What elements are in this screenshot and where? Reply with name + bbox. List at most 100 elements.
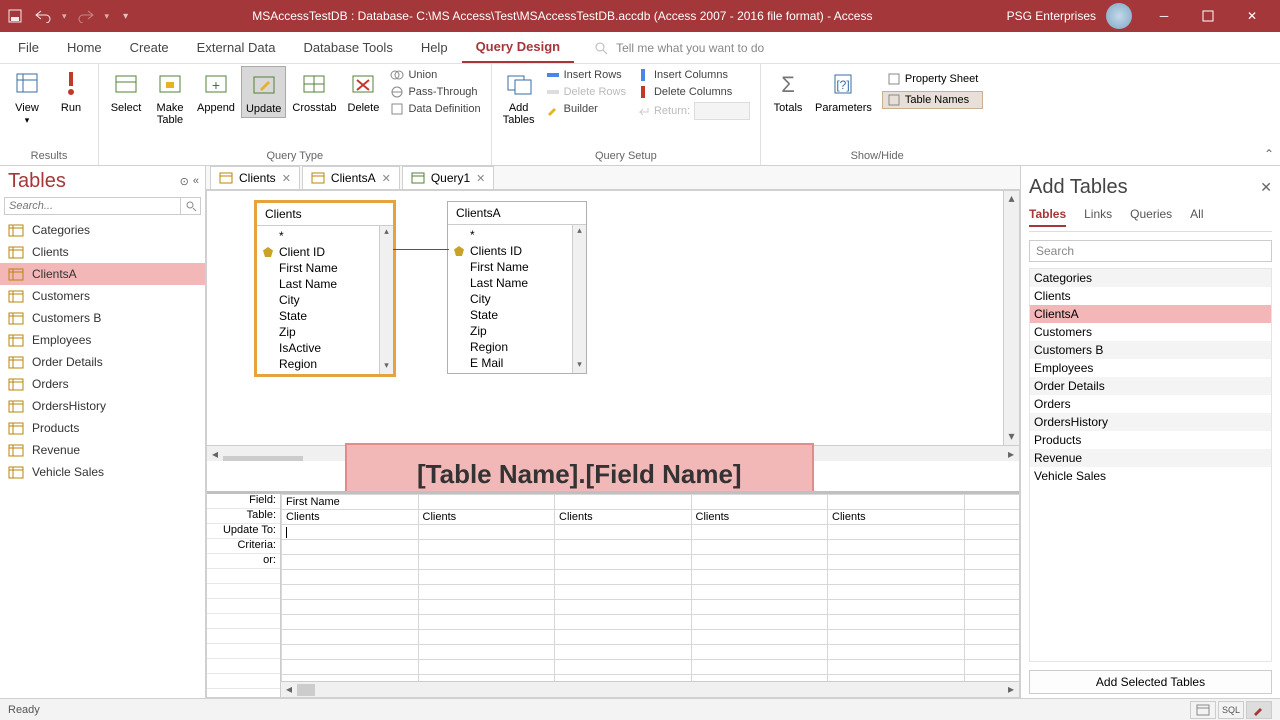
close-button[interactable]: ✕	[1230, 0, 1274, 32]
qbe-cell-blank[interactable]	[828, 585, 965, 600]
qbe-cell-blank[interactable]	[828, 570, 965, 585]
qbe-cell-criteria-5[interactable]	[964, 540, 1019, 555]
qbe-cell-table-2[interactable]: Clients	[555, 510, 692, 525]
tell-me-search[interactable]: Tell me what you want to do	[594, 32, 764, 63]
qbe-cells[interactable]: First NameClientsClientsClientsClientsCl…	[281, 494, 1019, 697]
addpane-item-revenue[interactable]: Revenue	[1030, 449, 1271, 467]
close-pane-icon[interactable]: ✕	[1260, 179, 1272, 196]
close-tab-icon[interactable]: ✕	[382, 172, 391, 185]
qbe-cell-or-3[interactable]	[691, 555, 828, 570]
qbe-cell-blank[interactable]	[282, 585, 419, 600]
addpane-item-vehicle-sales[interactable]: Vehicle Sales	[1030, 467, 1271, 485]
nav-search-input[interactable]	[5, 198, 180, 214]
qbe-cell-criteria-3[interactable]	[691, 540, 828, 555]
qbe-cell-updateto-0[interactable]	[282, 525, 419, 540]
insert-columns-button[interactable]: Insert Columns	[636, 68, 750, 82]
tab-database-tools[interactable]: Database Tools	[289, 32, 406, 63]
qbe-cell-field-0[interactable]: First Name	[282, 495, 419, 510]
qbe-cell-updateto-4[interactable]	[828, 525, 965, 540]
addpane-tab-links[interactable]: Links	[1084, 207, 1112, 227]
tab-external-data[interactable]: External Data	[183, 32, 290, 63]
qbe-cell-field-1[interactable]	[418, 495, 555, 510]
nav-item-vehicle-sales[interactable]: Vehicle Sales	[0, 461, 205, 483]
addpane-item-customers-b[interactable]: Customers B	[1030, 341, 1271, 359]
qbe-cell-blank[interactable]	[691, 600, 828, 615]
qbe-cell-blank[interactable]	[418, 660, 555, 675]
qbe-cell-criteria-1[interactable]	[418, 540, 555, 555]
nav-item-employees[interactable]: Employees	[0, 329, 205, 351]
qbe-cell-blank[interactable]	[691, 630, 828, 645]
totals-button[interactable]: ΣTotals	[767, 66, 809, 116]
qbe-cell-blank[interactable]	[282, 630, 419, 645]
field-e-mail[interactable]: E Mail	[448, 355, 586, 371]
tab-create[interactable]: Create	[116, 32, 183, 63]
qbe-cell-blank[interactable]	[964, 645, 1019, 660]
account-name[interactable]: PSG Enterprises	[1007, 9, 1096, 23]
addpane-item-categories[interactable]: Categories	[1030, 269, 1271, 287]
field-state[interactable]: State	[448, 307, 586, 323]
qbe-cell-blank[interactable]	[691, 585, 828, 600]
qat-customize-icon[interactable]: ▾	[123, 11, 128, 22]
close-tab-icon[interactable]: ✕	[282, 172, 291, 185]
qbe-cell-blank[interactable]	[828, 645, 965, 660]
addpane-item-products[interactable]: Products	[1030, 431, 1271, 449]
doctab-query1[interactable]: Query1✕	[402, 166, 495, 189]
property-sheet-toggle[interactable]: Property Sheet	[882, 70, 983, 88]
qbe-cell-criteria-0[interactable]	[282, 540, 419, 555]
qbe-cell-blank[interactable]	[691, 570, 828, 585]
qbe-cell-blank[interactable]	[828, 615, 965, 630]
add-selected-tables-button[interactable]: Add Selected Tables	[1029, 670, 1272, 694]
field-zip[interactable]: Zip	[257, 324, 393, 340]
field-first-name[interactable]: First Name	[448, 259, 586, 275]
addpane-item-ordershistory[interactable]: OrdersHistory	[1030, 413, 1271, 431]
save-icon[interactable]	[6, 7, 24, 25]
nav-item-orders[interactable]: Orders	[0, 373, 205, 395]
qbe-cell-blank[interactable]	[418, 570, 555, 585]
nav-item-order-details[interactable]: Order Details	[0, 351, 205, 373]
sql-view-button[interactable]: SQL	[1218, 701, 1244, 719]
data-definition-button[interactable]: Data Definition	[390, 102, 480, 116]
diagram-table-clientsa[interactable]: ClientsA*Clients IDFirst NameLast NameCi…	[447, 201, 587, 374]
relationship-diagram[interactable]: ClientsA*Clients IDFirst NameLast NameCi…	[207, 191, 1019, 461]
update-button[interactable]: Update	[241, 66, 286, 118]
union-button[interactable]: Union	[390, 68, 480, 82]
qbe-cell-blank[interactable]	[555, 630, 692, 645]
addpane-item-employees[interactable]: Employees	[1030, 359, 1271, 377]
field-city[interactable]: City	[448, 291, 586, 307]
nav-search[interactable]	[4, 197, 201, 215]
qbe-cell-blank[interactable]	[418, 585, 555, 600]
field-*[interactable]: *	[257, 228, 393, 244]
qbe-cell-blank[interactable]	[555, 600, 692, 615]
qbe-cell-criteria-4[interactable]	[828, 540, 965, 555]
nav-item-clients[interactable]: Clients	[0, 241, 205, 263]
qbe-cell-blank[interactable]	[418, 615, 555, 630]
field-last-name[interactable]: Last Name	[257, 276, 393, 292]
qbe-cell-blank[interactable]	[555, 585, 692, 600]
nav-item-categories[interactable]: Categories	[0, 219, 205, 241]
field-region[interactable]: Region	[448, 339, 586, 355]
qbe-cell-blank[interactable]	[418, 645, 555, 660]
undo-icon[interactable]	[34, 7, 52, 25]
close-tab-icon[interactable]: ✕	[476, 172, 485, 185]
design-view-icon[interactable]	[1246, 701, 1272, 719]
diagram-table-clients[interactable]: Clients*Client IDFirst NameLast NameCity…	[255, 201, 395, 376]
qbe-cell-blank[interactable]	[828, 630, 965, 645]
collapse-ribbon-icon[interactable]: ⌃	[1264, 147, 1274, 161]
qbe-cell-updateto-3[interactable]	[691, 525, 828, 540]
builder-button[interactable]: Builder	[546, 102, 626, 116]
qbe-cell-updateto-5[interactable]	[964, 525, 1019, 540]
doctab-clientsa[interactable]: ClientsA✕	[302, 166, 400, 189]
nav-item-customers[interactable]: Customers	[0, 285, 205, 307]
qbe-cell-blank[interactable]	[282, 600, 419, 615]
field-last-name[interactable]: Last Name	[448, 275, 586, 291]
qbe-cell-field-4[interactable]	[828, 495, 965, 510]
qbe-cell-table-1[interactable]: Clients	[418, 510, 555, 525]
insert-rows-button[interactable]: Insert Rows	[546, 68, 626, 82]
qbe-cell-field-2[interactable]	[555, 495, 692, 510]
account-avatar[interactable]	[1106, 3, 1132, 29]
table-names-toggle[interactable]: Table Names	[882, 91, 983, 109]
view-button[interactable]: View▾	[6, 66, 48, 128]
datasheet-view-icon[interactable]	[1190, 701, 1216, 719]
add-tables-search[interactable]: Search	[1029, 240, 1272, 262]
diagram-vscroll[interactable]: ▴▾	[1003, 191, 1019, 445]
